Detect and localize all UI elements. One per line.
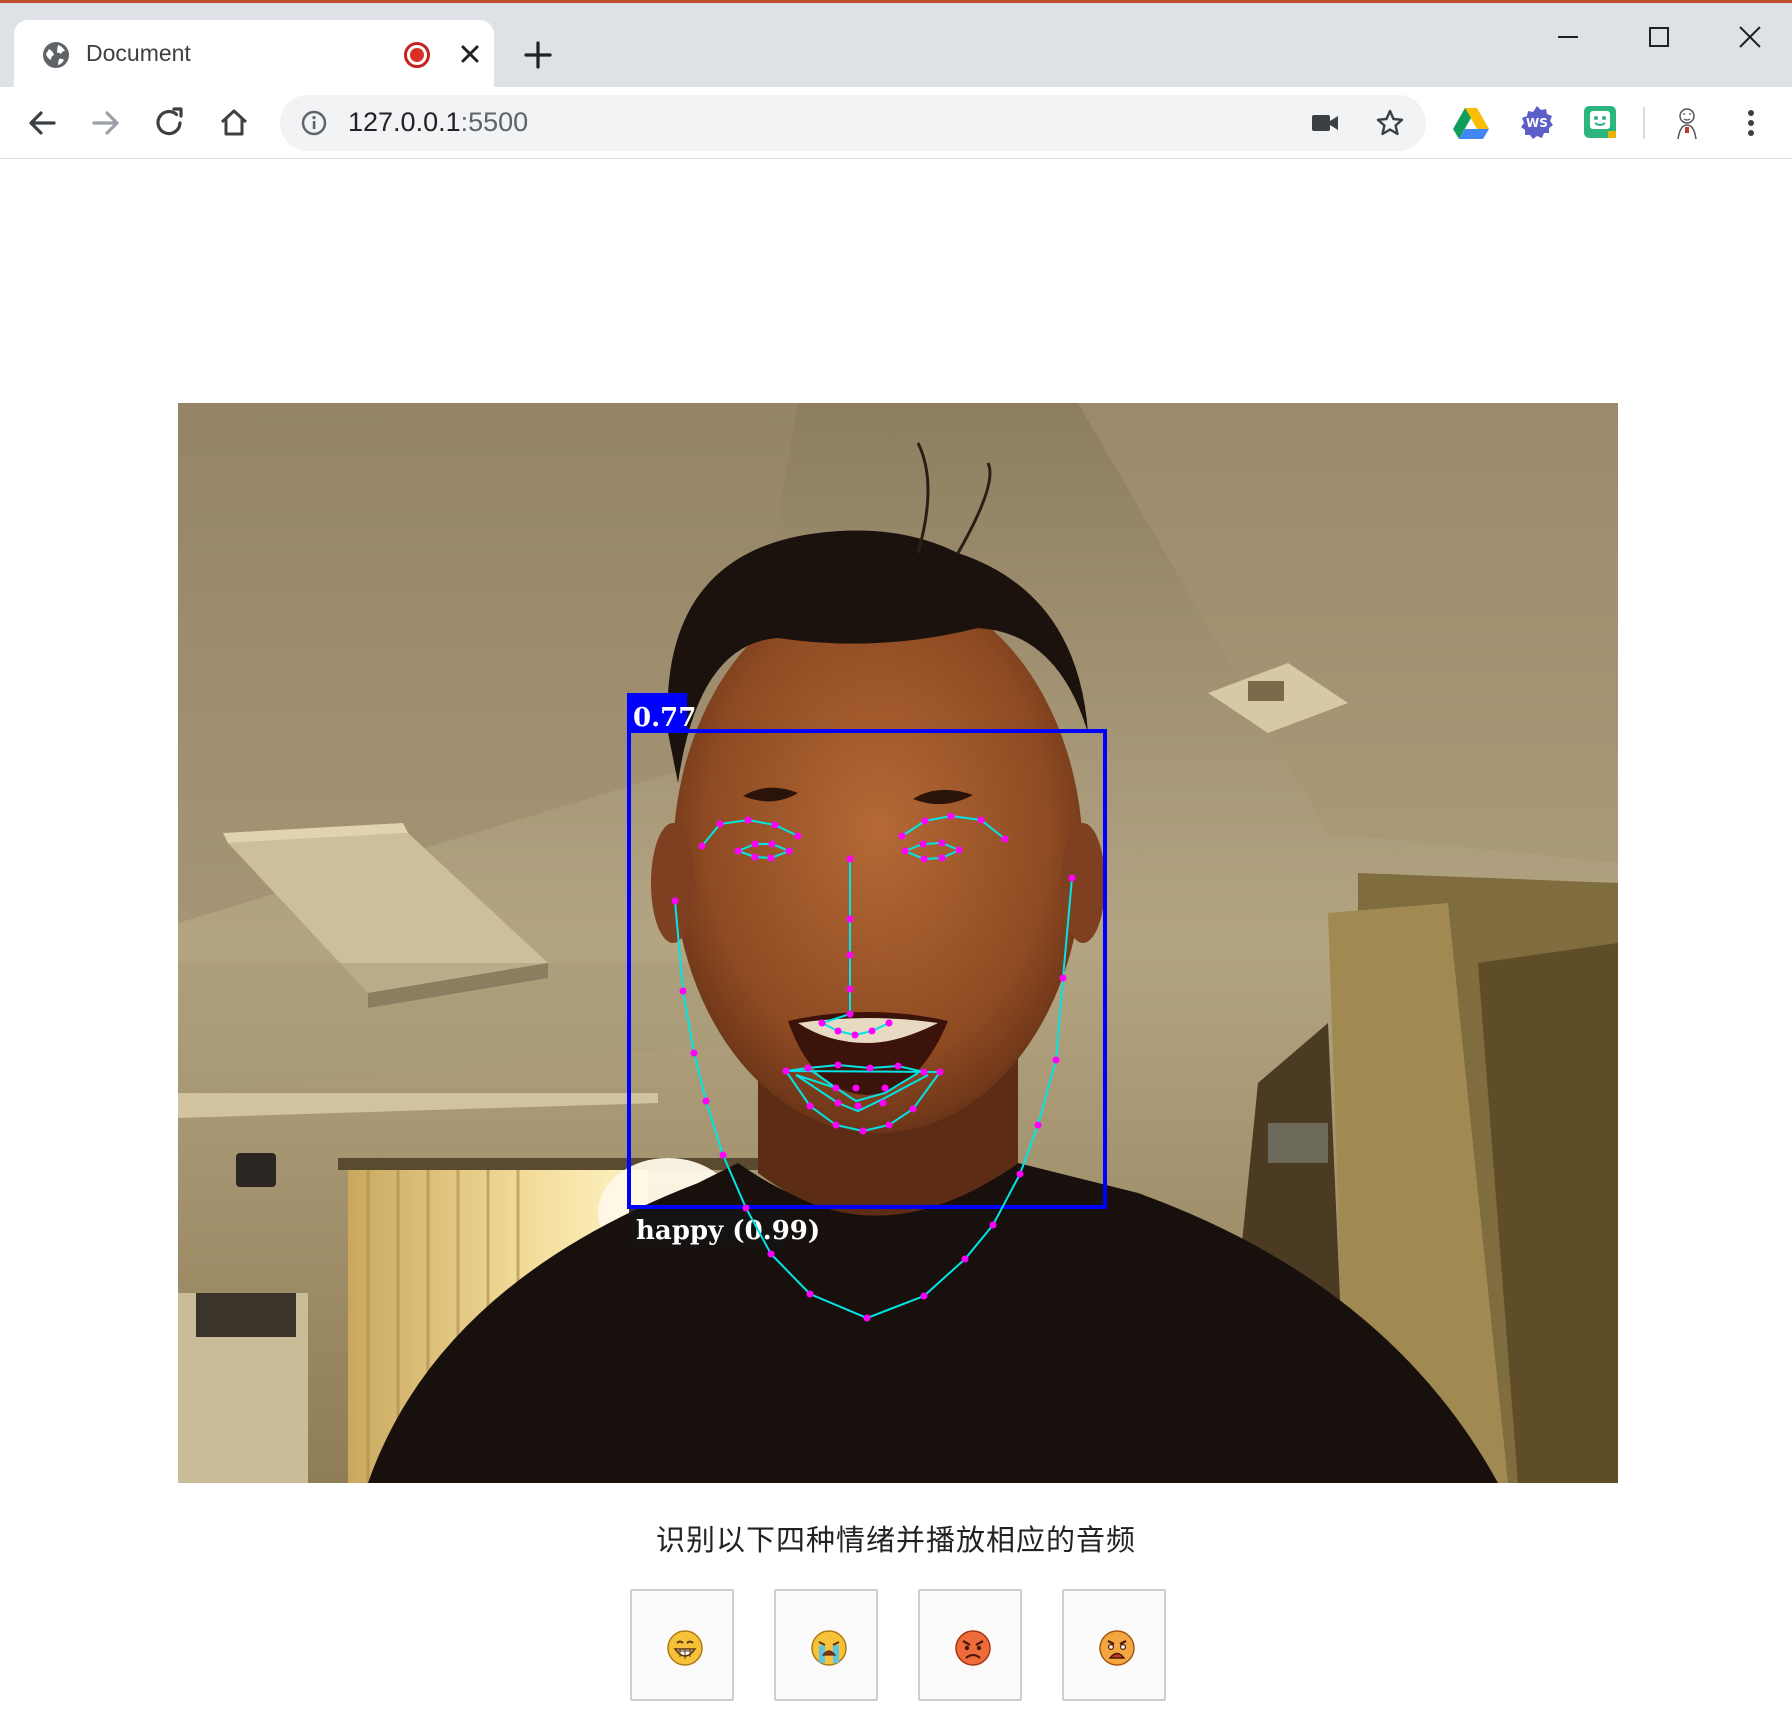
- globe-icon: [43, 42, 69, 68]
- emotion-button-sad[interactable]: [774, 1589, 878, 1701]
- webcam-frame: 0.77 happy (0.99): [178, 403, 1618, 1483]
- profile-avatar-icon[interactable]: [1668, 103, 1706, 141]
- close-tab-icon[interactable]: [454, 38, 486, 70]
- emotion-button-upset[interactable]: [1062, 1589, 1166, 1701]
- browser-toolbar: 127.0.0.1:5500 WS: [0, 87, 1792, 159]
- toolbar-separator: [1643, 107, 1645, 139]
- url-port: :5500: [460, 107, 529, 137]
- address-bar[interactable]: 127.0.0.1:5500: [280, 95, 1426, 151]
- tab-document[interactable]: Document: [14, 20, 494, 90]
- home-icon[interactable]: [212, 101, 256, 145]
- webstorm-extension-icon[interactable]: WS: [1518, 103, 1556, 141]
- camera-in-use-icon[interactable]: [1310, 109, 1340, 137]
- recording-indicator-icon: [404, 42, 430, 68]
- upset-face-icon: [1099, 1630, 1135, 1666]
- minimize-icon[interactable]: [1548, 17, 1588, 57]
- emotion-instruction-text: 识别以下四种情绪并播放相应的音频: [655, 1523, 1136, 1557]
- back-arrow-icon[interactable]: [20, 101, 64, 145]
- bookmark-star-icon[interactable]: [1374, 107, 1406, 139]
- webcam-video: 0.77 happy (0.99): [178, 403, 1618, 1483]
- new-tab-icon[interactable]: [520, 37, 556, 73]
- emotion-button-row: [630, 1589, 1166, 1701]
- svg-text:WS: WS: [1526, 116, 1548, 130]
- url-text[interactable]: 127.0.0.1:5500: [348, 107, 528, 138]
- close-window-icon[interactable]: [1730, 17, 1770, 57]
- crying-face-icon: [811, 1630, 847, 1666]
- site-info-icon[interactable]: [300, 109, 328, 137]
- grinning-face-icon: [667, 1630, 703, 1666]
- browser-menu-icon[interactable]: [1736, 103, 1766, 143]
- google-drive-icon[interactable]: [1452, 103, 1490, 141]
- forward-arrow-icon[interactable]: [84, 101, 128, 145]
- maximize-icon[interactable]: [1639, 17, 1679, 57]
- angry-face-icon: [955, 1630, 991, 1666]
- expression-label: happy (0.99): [636, 1216, 820, 1246]
- title-bar: Document: [0, 3, 1792, 90]
- url-host: 127.0.0.1: [348, 107, 461, 137]
- green-face-extension-icon[interactable]: [1581, 103, 1619, 141]
- emotion-button-angry[interactable]: [918, 1589, 1022, 1701]
- detection-score: 0.77: [633, 703, 696, 733]
- emotion-button-happy[interactable]: [630, 1589, 734, 1701]
- reload-icon[interactable]: [148, 101, 192, 145]
- tab-title: Document: [86, 40, 191, 66]
